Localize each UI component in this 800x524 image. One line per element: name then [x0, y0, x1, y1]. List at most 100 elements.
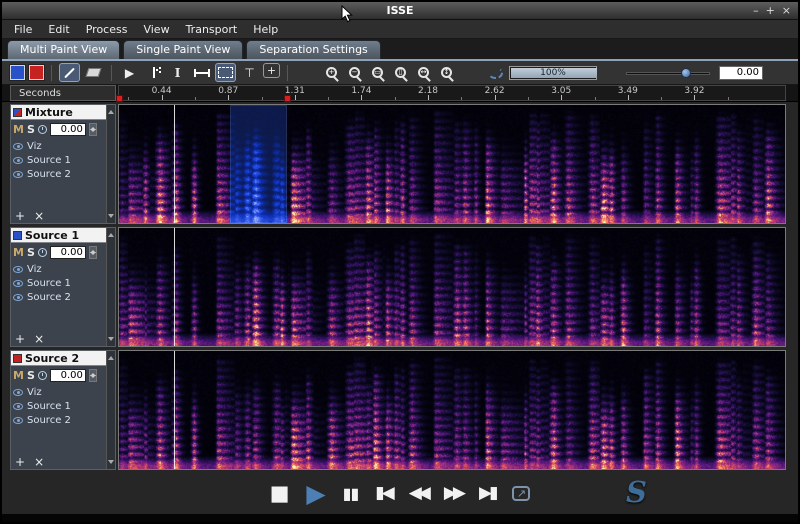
gain-stepper[interactable]: [89, 246, 97, 259]
paint-color-blue[interactable]: [10, 65, 25, 80]
spectrogram-canvas[interactable]: [119, 351, 785, 469]
remove-layer-button[interactable]: ×: [34, 333, 44, 345]
zoom-sel-width-button[interactable]: ▭: [367, 63, 388, 82]
eye-icon[interactable]: [13, 143, 23, 150]
solo-button[interactable]: S: [27, 246, 35, 259]
add-box-tool[interactable]: +: [263, 63, 280, 78]
add-layer-button[interactable]: +: [15, 456, 25, 468]
clock-icon[interactable]: [38, 125, 47, 134]
menu-item-transport[interactable]: Transport: [178, 23, 246, 36]
layer-row[interactable]: Source 2: [13, 168, 104, 181]
layer-row[interactable]: Source 1: [13, 400, 104, 413]
eye-icon[interactable]: [13, 294, 23, 301]
zoom-fit-width-button[interactable]: ↔: [413, 63, 434, 82]
slider-thumb[interactable]: [681, 68, 691, 78]
playhead-line[interactable]: [174, 105, 175, 223]
track-controls: M S 0.00: [11, 120, 106, 139]
spectrogram-canvas[interactable]: [119, 228, 785, 346]
layer-row[interactable]: Viz: [13, 386, 104, 399]
loop-path-icon[interactable]: [488, 67, 503, 79]
spray-tool[interactable]: [143, 63, 164, 82]
layer-row[interactable]: Viz: [13, 140, 104, 153]
mute-button[interactable]: M: [13, 369, 24, 382]
ibeam-tool[interactable]: I: [167, 63, 188, 82]
clock-icon[interactable]: [38, 248, 47, 257]
tab-separation-settings[interactable]: Separation Settings: [246, 40, 380, 59]
loop-button[interactable]: ↗: [512, 486, 530, 501]
zoom-fit-height-button[interactable]: ↕: [436, 63, 457, 82]
playhead-line[interactable]: [174, 228, 175, 346]
loop-marker[interactable]: [284, 95, 291, 102]
clock-icon[interactable]: [38, 371, 47, 380]
solo-button[interactable]: S: [27, 123, 35, 136]
mute-button[interactable]: M: [13, 246, 24, 259]
eye-icon[interactable]: [13, 266, 23, 273]
skip-start-button[interactable]: ▮◀: [375, 485, 391, 502]
spectrogram-view[interactable]: [118, 350, 786, 470]
track-gain-input[interactable]: 0.00: [50, 369, 86, 382]
time-ruler[interactable]: 0.440.871.311.742.182.623.053.493.92: [118, 85, 786, 101]
layer-row[interactable]: Source 2: [13, 414, 104, 427]
eye-icon[interactable]: [13, 157, 23, 164]
brush-tool[interactable]: [59, 63, 80, 82]
box-select-tool[interactable]: [215, 63, 236, 82]
zoom-out-button[interactable]: −: [344, 63, 365, 82]
spectrogram-canvas[interactable]: [119, 105, 785, 223]
menu-item-help[interactable]: Help: [245, 23, 286, 36]
time-marker-tool[interactable]: ⊤: [239, 63, 260, 82]
gain-stepper[interactable]: [89, 123, 97, 136]
minimize-button[interactable]: –: [753, 3, 759, 19]
loop-marker[interactable]: [116, 95, 123, 102]
play-button[interactable]: ▶: [306, 481, 325, 506]
measure-tool[interactable]: [191, 63, 212, 82]
menu-item-process[interactable]: Process: [78, 23, 136, 36]
spectrogram-view[interactable]: [118, 227, 786, 347]
fast-forward-button[interactable]: ▶▶: [444, 485, 462, 502]
play-head-tool[interactable]: ▶: [119, 63, 140, 82]
rewind-button[interactable]: ◀◀: [409, 485, 427, 502]
spectrogram-view[interactable]: [118, 104, 786, 224]
remove-layer-button[interactable]: ×: [34, 456, 44, 468]
menu-item-file[interactable]: File: [6, 23, 40, 36]
layer-row[interactable]: Source 2: [13, 291, 104, 304]
tab-single-paint-view[interactable]: Single Paint View: [123, 40, 243, 59]
track-header[interactable]: Mixture: [11, 105, 106, 120]
panel-scrollbar[interactable]: [106, 228, 115, 346]
close-button[interactable]: ×: [782, 3, 791, 19]
maximize-button[interactable]: +: [766, 3, 775, 19]
playhead-line[interactable]: [174, 351, 175, 469]
eye-icon[interactable]: [13, 171, 23, 178]
paint-color-red[interactable]: [29, 65, 44, 80]
add-layer-button[interactable]: +: [15, 333, 25, 345]
solo-button[interactable]: S: [27, 369, 35, 382]
layer-row[interactable]: Source 1: [13, 154, 104, 167]
eye-icon[interactable]: [13, 389, 23, 396]
mute-button[interactable]: M: [13, 123, 24, 136]
track-header[interactable]: Source 2: [11, 351, 106, 366]
title-bar[interactable]: ISSE –+×: [2, 2, 798, 20]
track-gain-input[interactable]: 0.00: [50, 246, 86, 259]
tab-multi-paint-view[interactable]: Multi Paint View: [7, 40, 120, 59]
eraser-tool[interactable]: [83, 63, 104, 82]
skip-end-button[interactable]: ▶▮: [479, 485, 495, 502]
eye-icon[interactable]: [13, 403, 23, 410]
zoom-sel-height-button[interactable]: ▯: [390, 63, 411, 82]
pause-button[interactable]: ▮▮: [343, 486, 359, 502]
volume-slider[interactable]: [626, 66, 710, 80]
gain-stepper[interactable]: [89, 369, 97, 382]
eye-icon[interactable]: [13, 280, 23, 287]
eye-icon[interactable]: [13, 417, 23, 424]
menu-item-view[interactable]: View: [135, 23, 177, 36]
panel-scrollbar[interactable]: [106, 105, 115, 223]
menu-item-edit[interactable]: Edit: [40, 23, 77, 36]
add-layer-button[interactable]: +: [15, 210, 25, 222]
volume-value-input[interactable]: 0.00: [719, 66, 763, 80]
zoom-in-button[interactable]: +: [321, 63, 342, 82]
panel-scrollbar[interactable]: [106, 351, 115, 469]
stop-button[interactable]: ■: [270, 483, 290, 504]
layer-row[interactable]: Viz: [13, 263, 104, 276]
track-header[interactable]: Source 1: [11, 228, 106, 243]
layer-row[interactable]: Source 1: [13, 277, 104, 290]
track-gain-input[interactable]: 0.00: [50, 123, 86, 136]
remove-layer-button[interactable]: ×: [34, 210, 44, 222]
